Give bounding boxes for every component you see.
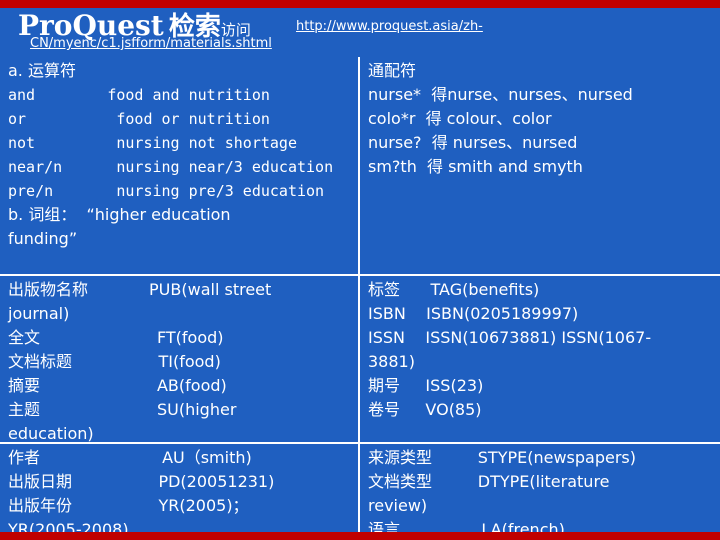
table-row: a. 运算符 and food and nutrition or food or… [0,57,720,276]
cell-line: funding” [8,229,78,248]
cell-field-codes-identifiers: 标签 TAG(benefits) ISBN ISBN(0205189997) I… [360,276,720,444]
cell-line: 出版日期 PD(20051231) [8,472,275,491]
cell-field-codes-author-date: 作者 AU（smith) 出版日期 PD(20051231) 出版年份 YR(2… [0,444,360,540]
cell-line: review) [368,496,428,515]
cell-line: sm?th 得 smith and smyth [368,157,583,176]
header-url-line1-wrap: http://www.proquest.asia/zh- [296,15,706,34]
table-row: 作者 AU（smith) 出版日期 PD(20051231) 出版年份 YR(2… [0,444,720,540]
cell-line: 摘要 AB(food) [8,376,227,395]
cell-line: journal) [8,304,70,323]
cell-line: 作者 AU（smith) [8,448,252,467]
cell-line: 出版年份 YR(2005)； [8,496,249,515]
cell-field-codes-types: 来源类型 STYPE(newspapers) 文档类型 DTYPE(litera… [360,444,720,540]
cell-line: 全文 FT(food) [8,328,224,347]
cell-line: pre/n nursing pre/3 education [8,182,325,200]
cell-line: 3881) [368,352,415,371]
cell-line: 来源类型 STYPE(newspapers) [368,448,637,467]
cell-line: nurse? 得 nurses、nursed [368,133,578,152]
cell-line: 标签 TAG(benefits) [368,280,540,299]
cell-line: 期号 ISS(23) [368,376,484,395]
cell-line: and food and nutrition [8,86,270,104]
cell-line: or food or nutrition [8,110,270,128]
cell-line: a. 运算符 [8,61,76,80]
cell-line: 通配符 [368,61,417,80]
cell-line: not nursing not shortage [8,134,297,152]
cell-line: education) [8,424,94,443]
cell-line: 文档标题 TI(food) [8,352,221,371]
cell-line: 卷号 VO(85) [368,400,482,419]
header-url-link[interactable]: http://www.proquest.asia/zh- [296,19,483,34]
cell-field-codes-basic: 出版物名称 PUB(wall street journal) 全文 FT(foo… [0,276,360,444]
table-row: 出版物名称 PUB(wall street journal) 全文 FT(foo… [0,276,720,444]
cell-line: colo*r 得 colour、color [368,109,552,128]
cell-line: ISBN ISBN(0205189997) [368,304,579,323]
reference-table: a. 运算符 and food and nutrition or food or… [0,57,720,540]
cell-line: nurse* 得nurse、nurses、nursed [368,85,633,104]
slide: ProQuest 检索访问 http://www.proquest.asia/z… [0,0,720,540]
cell-line: 出版物名称 PUB(wall street [8,280,272,299]
cell-line: near/n nursing near/3 education [8,158,334,176]
cell-line: 主题 SU(higher [8,400,237,419]
cell-wildcards: 通配符 nurse* 得nurse、nurses、nursed colo*r 得… [360,57,720,276]
cell-line: b. 词组： “higher education [8,205,231,224]
cell-line: ISSN ISSN(10673881) ISSN(1067- [368,328,652,347]
cell-operators: a. 运算符 and food and nutrition or food or… [0,57,360,276]
cell-line: 文档类型 DTYPE(literature [368,472,610,491]
bottom-accent-bar [0,532,720,540]
header-url-link-line2[interactable]: CN/myenc/c1.jsfform/materials.shtml [30,36,272,51]
